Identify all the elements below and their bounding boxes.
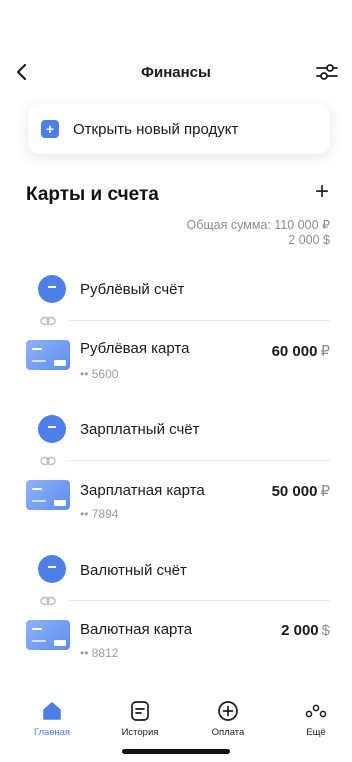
card-image [26, 620, 70, 650]
card-number: •• 8812 [80, 646, 119, 660]
card-balance: 60 000 ₽ [271, 343, 330, 360]
payment-plus-icon [217, 700, 239, 722]
tab-history-label: История [121, 727, 159, 738]
tab-history[interactable]: История [96, 690, 184, 738]
card-balance: 2 000 $ [281, 622, 330, 639]
card-balance: 50 000 ₽ [271, 483, 330, 500]
account-icon [38, 415, 66, 443]
tab-more[interactable]: Ещё [272, 690, 352, 738]
divider [68, 600, 330, 601]
home-icon [41, 700, 63, 722]
tab-payment[interactable]: Оплата [184, 690, 272, 738]
open-new-product-label: Открыть новый продукт [73, 120, 239, 138]
card-name[interactable]: Зарплатная карта [80, 482, 205, 499]
card-image [26, 340, 70, 370]
tab-more-label: Ещё [306, 727, 326, 738]
add-account-button[interactable]: + [312, 180, 332, 204]
more-dots-icon [305, 700, 327, 722]
card-number: •• 5600 [80, 367, 119, 381]
section-title: Карты и счета [26, 184, 159, 205]
account-icon [38, 275, 66, 303]
sliders-icon [316, 64, 338, 80]
plus-icon: + [314, 178, 329, 205]
plus-square-icon: + [41, 120, 59, 138]
total-amount: Общая сумма: 110 000 ₽ 2 000 $ [187, 218, 331, 248]
total-line-usd: 2 000 $ [288, 233, 330, 247]
card-name[interactable]: Валютная карта [80, 621, 192, 638]
card-image [26, 480, 70, 510]
home-indicator [122, 749, 230, 754]
page-title: Финансы [141, 64, 211, 81]
settings-button[interactable] [314, 60, 340, 84]
tab-payment-label: Оплата [211, 727, 245, 738]
card-name[interactable]: Рублёвая карта [80, 340, 189, 357]
tab-home[interactable]: Главная [8, 690, 96, 738]
open-new-product-button[interactable]: + Открыть новый продукт [28, 104, 330, 154]
link-icon [40, 456, 56, 466]
account-name[interactable]: Валютный счёт [80, 562, 187, 579]
total-line-rub: Общая сумма: 110 000 ₽ [186, 218, 331, 232]
history-icon [129, 700, 151, 722]
link-icon [40, 316, 56, 326]
divider [68, 460, 330, 461]
account-name[interactable]: Зарплатный счёт [80, 421, 199, 438]
link-icon [40, 596, 56, 606]
tab-home-label: Главная [33, 727, 71, 738]
account-name[interactable]: Рублёвый счёт [80, 281, 184, 298]
card-number: •• 7894 [80, 507, 119, 521]
divider [68, 320, 330, 321]
account-icon [38, 555, 66, 583]
